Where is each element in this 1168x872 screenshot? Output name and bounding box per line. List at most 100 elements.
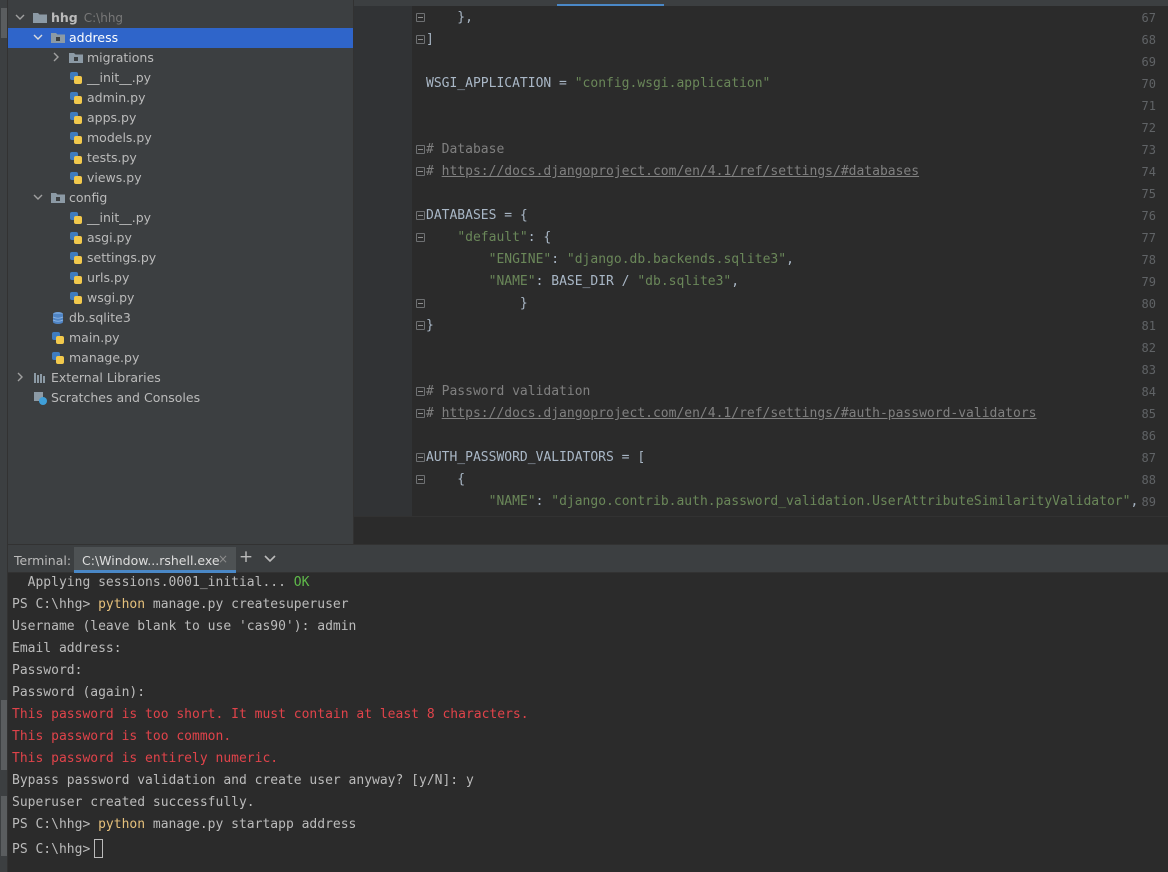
terminal-error-line: This password is too common. (12, 729, 232, 744)
code-line-76: DATABASES = { (426, 208, 528, 223)
tree-root-hhg[interactable]: hhg C:\hhg (8, 8, 353, 28)
code-url-link[interactable]: https://docs.djangoproject.com/en/4.1/re… (442, 164, 919, 179)
editor-horizontal-scrollbar[interactable] (354, 516, 1168, 544)
tree-item-main-py[interactable]: main.py (8, 328, 353, 348)
close-icon[interactable]: × (218, 552, 228, 566)
terminal-line: Password (again): (12, 685, 146, 700)
chevron-down-icon[interactable] (264, 554, 276, 564)
chevron-right-icon[interactable] (51, 52, 61, 62)
terminal-args: manage.py startapp address (145, 817, 357, 832)
tree-item-address[interactable]: address (8, 28, 353, 48)
python-file-icon (52, 332, 64, 344)
terminal-ok: OK (293, 575, 310, 590)
code-line-70: WSGI_APPLICATION = "config.wsgi.applicat… (426, 76, 770, 91)
terminal-input-line[interactable]: PS C:\hhg> (12, 839, 104, 858)
fold-marker[interactable] (416, 145, 425, 154)
code-token: , (731, 274, 740, 289)
code-string: "NAME" (488, 494, 536, 509)
line-number: 74 (1141, 165, 1156, 179)
tree-item-db-sqlite3[interactable]: db.sqlite3 (8, 308, 353, 328)
code-string: "config.wsgi.application" (574, 76, 771, 91)
tree-item-views-py[interactable]: views.py (8, 168, 353, 188)
chevron-down-icon[interactable] (33, 192, 43, 202)
line-number: 83 (1141, 363, 1156, 377)
bookmarks-tool-button[interactable] (1, 700, 7, 770)
fold-marker[interactable] (416, 387, 425, 396)
fold-marker[interactable] (416, 299, 425, 308)
chevron-right-icon[interactable] (15, 372, 25, 382)
fold-marker[interactable] (416, 409, 425, 418)
fold-marker[interactable] (416, 35, 425, 44)
tree-item-scratches[interactable]: Scratches and Consoles (8, 388, 353, 408)
fold-marker[interactable] (416, 167, 425, 176)
scratches-icon (34, 392, 47, 405)
tree-item-address-init-py[interactable]: __init__.py (8, 68, 353, 88)
terminal-command: python (98, 817, 146, 832)
line-number: 73 (1141, 143, 1156, 157)
tree-item-admin-py[interactable]: admin.py (8, 88, 353, 108)
fold-marker[interactable] (416, 13, 425, 22)
package-folder-icon (51, 33, 65, 43)
tree-item-models-py[interactable]: models.py (8, 128, 353, 148)
code-token: WSGI_APPLICATION = (426, 76, 575, 91)
tree-item-external-libraries[interactable]: External Libraries (8, 368, 353, 388)
code-line-79: "NAME": BASE_DIR / "db.sqlite3", (426, 274, 739, 289)
terminal-prompt: PS C:\hhg> (12, 842, 91, 857)
code-editor[interactable]: 67 68 69 70 71 72 73 74 75 76 77 78 79 8… (353, 0, 1168, 544)
terminal-line: Bypass password validation and create us… (12, 773, 474, 788)
tree-item-apps-py[interactable]: apps.py (8, 108, 353, 128)
chevron-down-icon[interactable] (33, 32, 43, 42)
code-line-84: # Password validation (426, 384, 591, 399)
tree-item-tests-py[interactable]: tests.py (8, 148, 353, 168)
folder-icon (33, 13, 47, 23)
code-token: : (535, 494, 552, 509)
code-line-88: { (426, 472, 466, 487)
tree-item-settings-py[interactable]: settings.py (8, 248, 353, 268)
tree-item-asgi-py[interactable]: asgi.py (8, 228, 353, 248)
code-comment: # (426, 164, 442, 179)
tree-item-label: models.py (87, 130, 152, 145)
terminal-cursor[interactable] (94, 839, 104, 858)
add-terminal-button[interactable]: + (238, 547, 254, 567)
python-file-icon (70, 72, 82, 84)
tree-item-label: config (69, 190, 108, 205)
python-file-icon (70, 92, 82, 104)
tree-item-config[interactable]: config (8, 188, 353, 208)
tree-item-label: admin.py (87, 90, 146, 105)
fold-marker[interactable] (416, 475, 425, 484)
fold-marker[interactable] (416, 321, 425, 330)
tree-item-label: urls.py (87, 270, 130, 285)
tree-item-manage-py[interactable]: manage.py (8, 348, 353, 368)
terminal-error-line: This password is too short. It must cont… (12, 707, 529, 722)
code-string: "django.contrib.auth.password_validation… (551, 494, 1131, 509)
tree-item-urls-py[interactable]: urls.py (8, 268, 353, 288)
python-file-icon (70, 232, 82, 244)
terminal-panel[interactable]: Terminal: C:\Window...rshell.exe × + App… (8, 544, 1168, 872)
tree-item-wsgi-py[interactable]: wsgi.py (8, 288, 353, 308)
tree-item-migrations[interactable]: migrations (8, 48, 353, 68)
tree-item-label: migrations (87, 50, 154, 65)
fold-marker[interactable] (416, 211, 425, 220)
code-line-87: AUTH_PASSWORD_VALIDATORS = [ (426, 450, 646, 465)
line-number: 85 (1141, 407, 1156, 421)
line-number: 77 (1141, 231, 1156, 245)
terminal-tab-powershell[interactable]: C:\Window...rshell.exe × (74, 547, 236, 573)
line-number: 67 (1141, 11, 1156, 25)
structure-tool-button[interactable] (1, 796, 7, 856)
code-string: "ENGINE" (488, 252, 552, 267)
line-number: 76 (1141, 209, 1156, 223)
terminal-line: Username (leave blank to use 'cas90'): a… (12, 619, 357, 634)
line-number: 69 (1141, 55, 1156, 69)
code-line-77: "default": { (426, 230, 551, 245)
left-tool-strip (0, 0, 8, 872)
fold-marker[interactable] (416, 453, 425, 462)
python-file-icon (70, 212, 82, 224)
line-number: 87 (1141, 451, 1156, 465)
python-file-icon (70, 112, 82, 124)
python-file-icon (70, 252, 82, 264)
chevron-down-icon[interactable] (15, 12, 25, 22)
code-url-link[interactable]: https://docs.djangoproject.com/en/4.1/re… (442, 406, 1037, 421)
project-tool-button[interactable] (1, 8, 7, 38)
tree-item-config-init-py[interactable]: __init__.py (8, 208, 353, 228)
fold-marker[interactable] (416, 233, 425, 242)
